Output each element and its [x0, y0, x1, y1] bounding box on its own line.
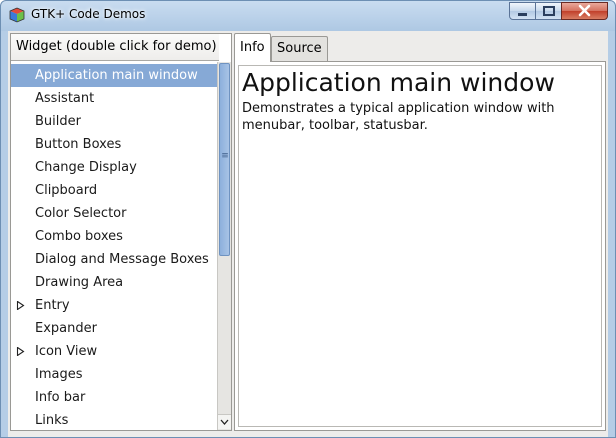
tree-item[interactable]: Links [11, 409, 217, 430]
tree-item-label: Application main window [35, 68, 198, 83]
tree-item-label: Drawing Area [35, 275, 124, 290]
tree-item-label: Expander [35, 321, 97, 336]
tree-item[interactable]: Color Selector [11, 202, 217, 225]
tree-item[interactable]: Builder [11, 110, 217, 133]
tree-vertical-scrollbar[interactable]: ≡ [217, 62, 231, 430]
tree-item-label: Combo boxes [35, 229, 123, 244]
tree-item[interactable]: Info bar [11, 386, 217, 409]
demo-description: Demonstrates a typical application windo… [242, 101, 555, 133]
demo-list-panel: Widget (double click for demo) Applicati… [10, 33, 232, 431]
tab-info-label: Info [240, 40, 265, 55]
tree-item-label: Entry [35, 298, 70, 313]
close-button[interactable] [561, 2, 608, 20]
title-bar[interactable]: GTK+ Code Demos [1, 1, 615, 29]
tab-source-label: Source [277, 41, 322, 56]
demo-title: Application main window [242, 68, 555, 97]
tree-item-label: Info bar [35, 390, 86, 405]
tree-item-label: Assistant [35, 91, 95, 106]
tree-item[interactable]: Dialog and Message Boxes [11, 248, 217, 271]
tree-item-label: Icon View [35, 344, 98, 359]
tree-item[interactable]: Assistant [11, 87, 217, 110]
maximize-button[interactable] [535, 2, 562, 20]
demo-tree[interactable]: Application main window Assistant Builder B… [11, 64, 217, 430]
tree-item[interactable]: Clipboard [11, 179, 217, 202]
tree-column-header[interactable]: Widget (double click for demo) [11, 34, 219, 61]
scrollbar-thumb[interactable]: ≡ [219, 63, 230, 256]
gtk-app-icon [9, 7, 25, 23]
scroll-down-button[interactable] [218, 414, 231, 429]
tree-item[interactable]: Entry [11, 294, 217, 317]
app-window: GTK+ Code Demos Widget (double click for… [0, 0, 616, 438]
grip-icon: ≡ [221, 151, 229, 161]
tab-info[interactable]: Info [234, 33, 271, 62]
tree-item-label: Links [35, 413, 69, 428]
expander-arrow-icon[interactable] [16, 347, 25, 356]
tree-item-label: Images [35, 367, 83, 382]
chevron-down-icon [220, 419, 229, 425]
minimize-button[interactable] [509, 2, 536, 20]
tree-item[interactable]: Icon View [11, 340, 217, 363]
info-text-view[interactable]: Application main window Demonstrates a t… [238, 65, 602, 427]
maximize-icon [543, 6, 555, 16]
tree-item[interactable]: Combo boxes [11, 225, 217, 248]
tree-item[interactable]: Drawing Area [11, 271, 217, 294]
tree-item-label: Button Boxes [35, 137, 122, 152]
window-client-area: Widget (double click for demo) Applicati… [8, 31, 608, 437]
tree-item[interactable]: Expander [11, 317, 217, 340]
tree-item-label: Dialog and Message Boxes [35, 252, 209, 267]
tree-item-label: Builder [35, 114, 81, 129]
close-icon [578, 4, 591, 17]
window-title: GTK+ Code Demos [31, 7, 146, 21]
tree-item[interactable]: Application main window [11, 64, 217, 87]
minimize-icon [518, 13, 527, 16]
tree-item[interactable]: Button Boxes [11, 133, 217, 156]
tab-source[interactable]: Source [271, 36, 328, 62]
tree-item-label: Change Display [35, 160, 137, 175]
tree-item[interactable]: Images [11, 363, 217, 386]
tree-item-label: Clipboard [35, 183, 98, 198]
info-panel: Application main window Demonstrates a t… [234, 61, 606, 431]
tree-item[interactable]: Change Display [11, 156, 217, 179]
expander-arrow-icon[interactable] [16, 301, 25, 310]
tree-item-label: Color Selector [35, 206, 127, 221]
